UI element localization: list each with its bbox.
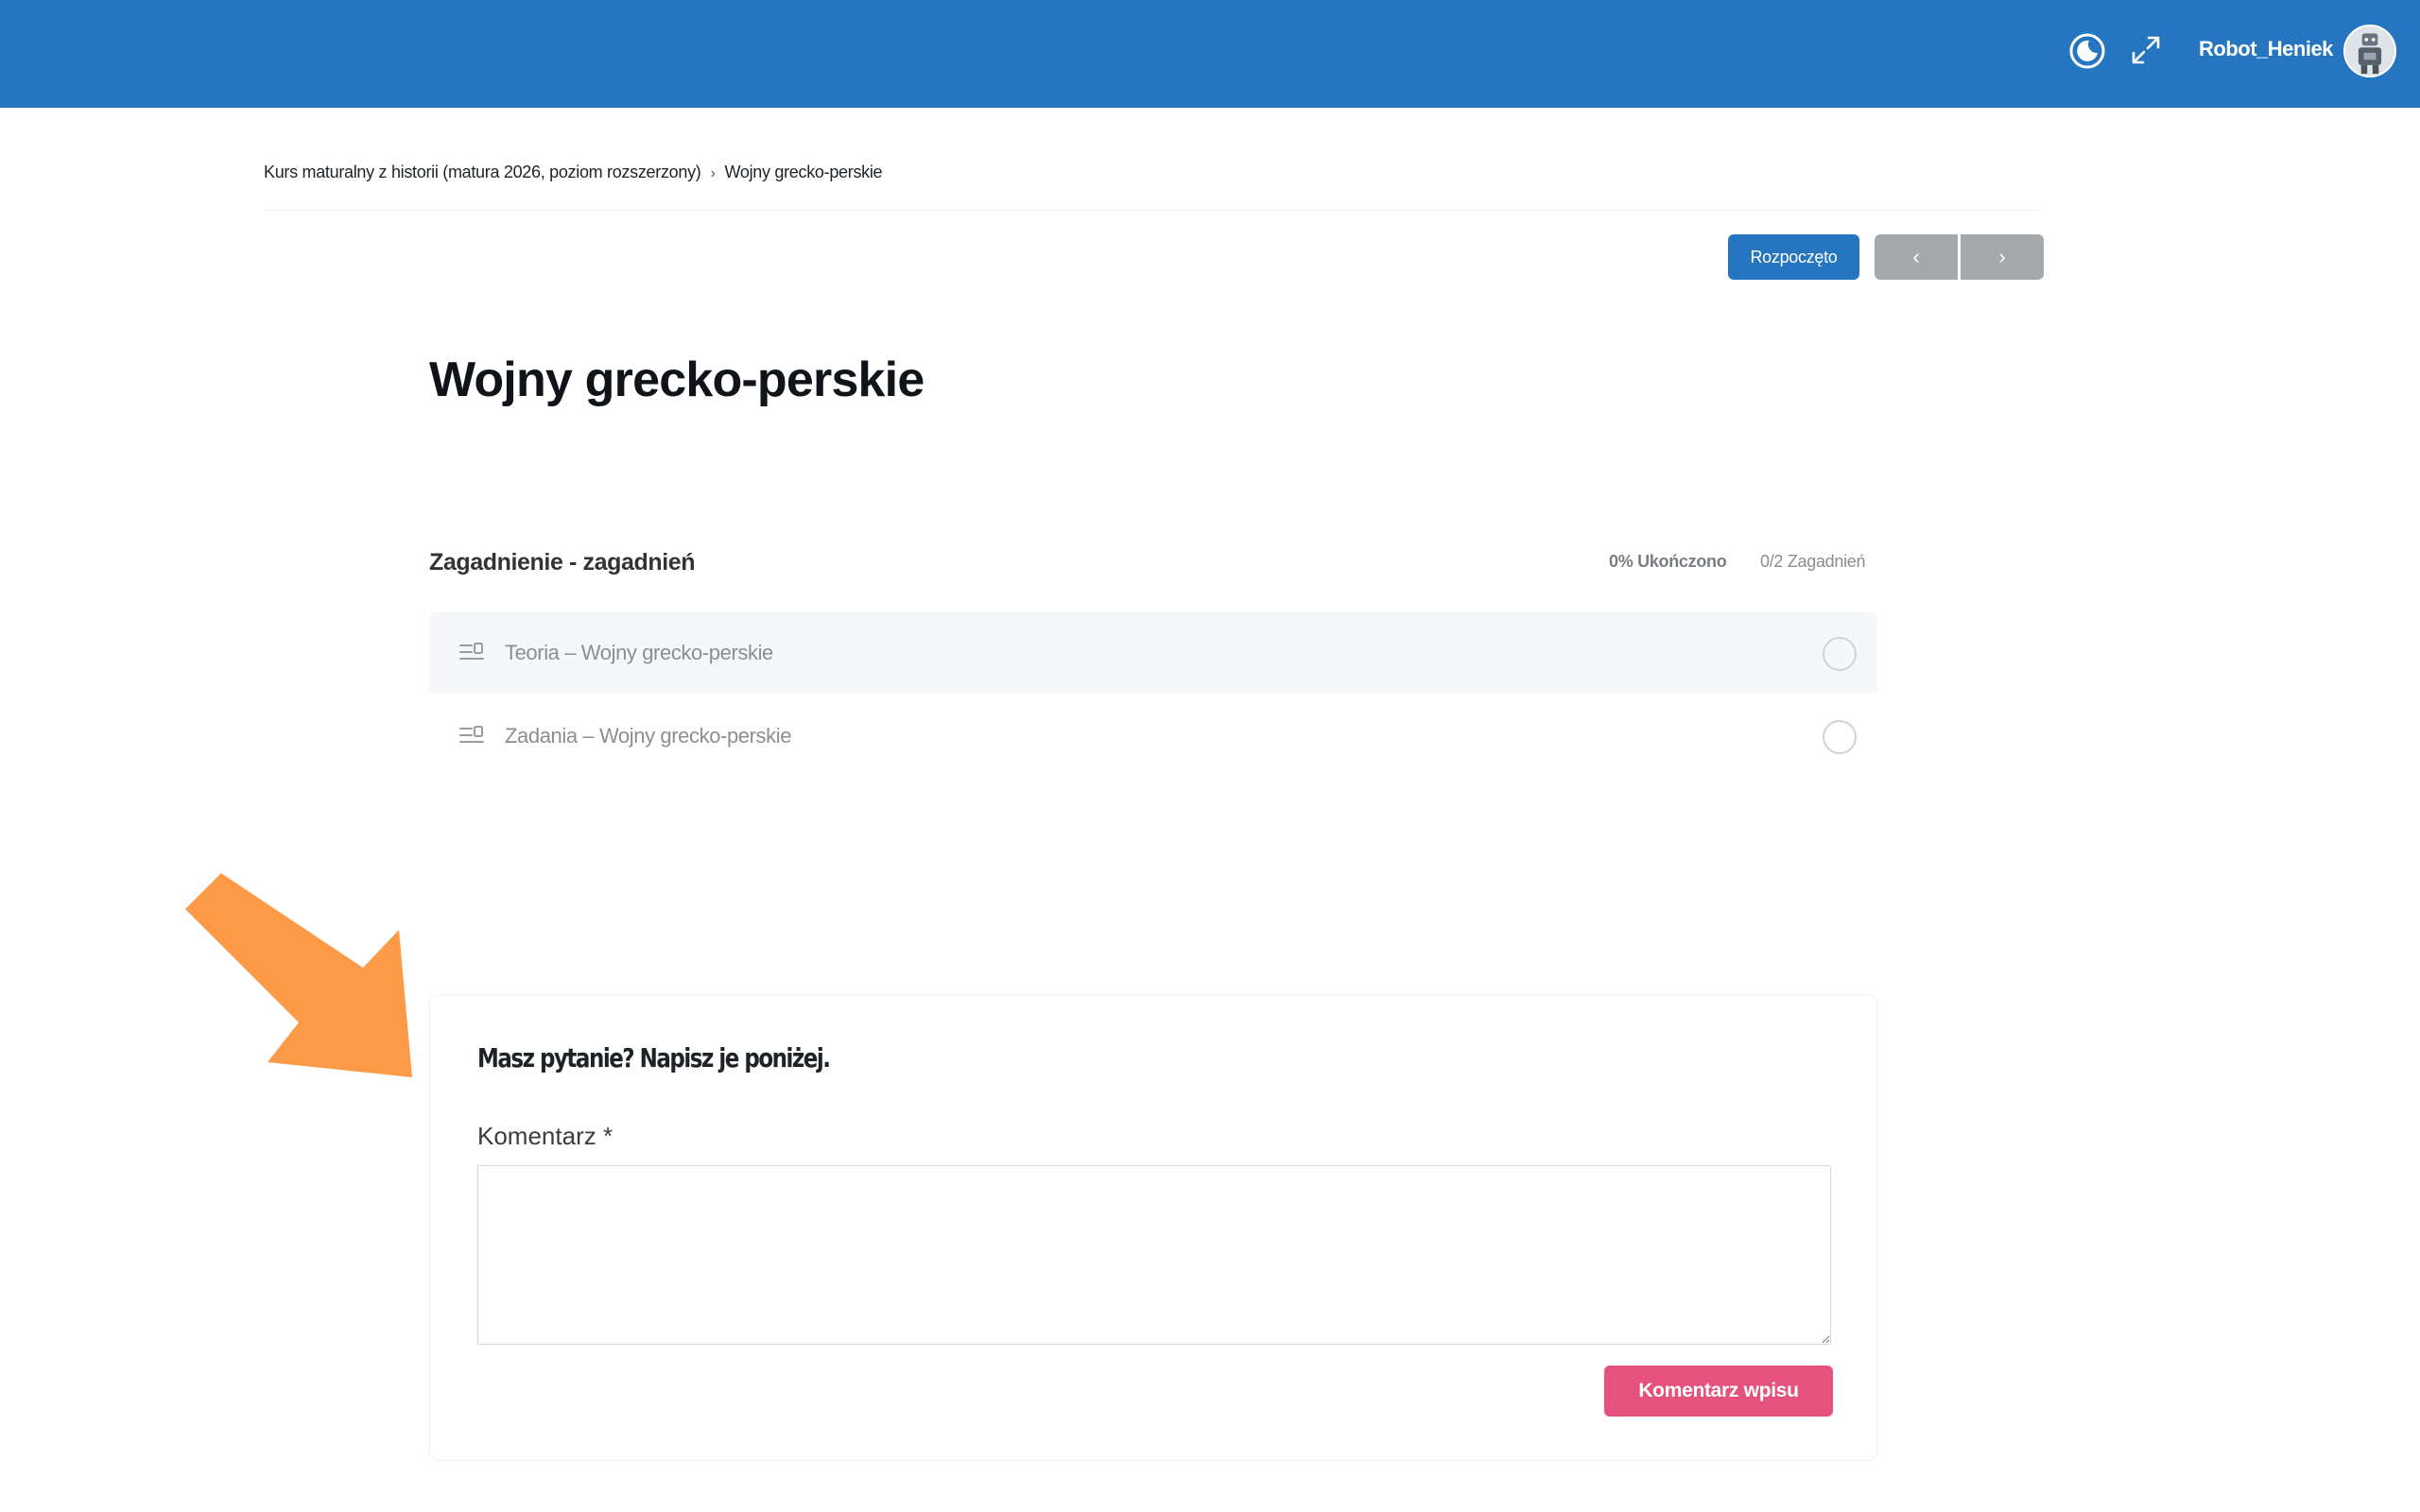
topic-item-label[interactable]: Teoria – Wojny grecko-perskie: [505, 641, 773, 665]
expand-icon[interactable]: [2130, 34, 2162, 66]
moon-icon[interactable]: [2068, 32, 2106, 70]
page-title: Wojny grecko-perskie: [429, 352, 925, 407]
breadcrumb-course-link[interactable]: Kurs maturalny z historii (matura 2026, …: [264, 163, 701, 181]
comment-form-title: Masz pytanie? Napisz je poniżej.: [477, 1042, 831, 1074]
comment-textarea[interactable]: [477, 1165, 1831, 1345]
topics-progress: 0% Ukończono: [1609, 552, 1727, 571]
comment-field-label: Komentarz *: [477, 1122, 614, 1150]
topic-item[interactable]: Zadania – Wojny grecko-perskie: [429, 696, 1877, 777]
comment-form: Masz pytanie? Napisz je poniżej. Komenta…: [429, 994, 1877, 1461]
next-lesson-button[interactable]: ›: [1961, 234, 2044, 280]
text-document-icon: [459, 724, 484, 747]
submit-comment-button[interactable]: Komentarz wpisu: [1604, 1366, 1833, 1417]
annotation-arrow-icon: [185, 873, 412, 1077]
username[interactable]: Robot_Heniek: [2199, 37, 2333, 61]
previous-lesson-button[interactable]: ‹: [1875, 234, 1958, 280]
topics-count: 0/2 Zagadnień: [1760, 552, 1866, 571]
breadcrumb-current[interactable]: Wojny grecko-perskie: [725, 163, 883, 181]
completion-circle-icon: [1823, 720, 1857, 754]
topics-heading: Zagadnienie - zagadnień: [429, 549, 696, 576]
completion-circle-icon: [1823, 637, 1857, 671]
text-document-icon: [459, 641, 484, 663]
chevron-left-icon: ‹: [1912, 245, 1920, 268]
chevron-right-icon: ›: [710, 165, 716, 181]
topic-item-label[interactable]: Zadania – Wojny grecko-perskie: [505, 724, 791, 748]
avatar[interactable]: [2343, 25, 2396, 77]
topic-item[interactable]: Teoria – Wojny grecko-perskie: [429, 612, 1877, 694]
top-bar: Robot_Heniek: [0, 0, 2420, 108]
breadcrumb: Kurs maturalny z historii (matura 2026, …: [264, 163, 883, 182]
status-badge[interactable]: Rozpoczęto: [1728, 234, 1859, 280]
chevron-right-icon: ›: [1998, 245, 2006, 268]
divider: [264, 210, 2041, 211]
